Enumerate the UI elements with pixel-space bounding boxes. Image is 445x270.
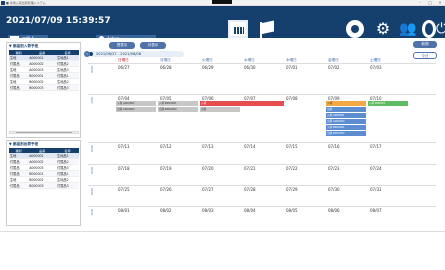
calendar-event[interactable]: 入荷	[200, 101, 284, 106]
calendar-day[interactable]: 08/01	[118, 208, 130, 213]
calendar-week-row: W29 07/18 07/19 07/20 07/21 07/22 07/23 07/24	[88, 164, 436, 185]
calendar-day[interactable]: 07/22	[286, 166, 298, 171]
users-icon[interactable]: 👥	[398, 20, 418, 38]
calendar-day[interactable]: 07/14	[244, 144, 256, 149]
app-header: 2021/07/09 15:39:57 工場 A Ashog ⚙ 👥 ⏻	[0, 6, 445, 42]
inbound-panel: ▼ 部品別入荷予定 種別 品番 名称 生地 A000001 生地品1 付属品 A000…	[6, 42, 81, 138]
table-row[interactable]: 付属品 B000003 付属品3	[9, 84, 79, 91]
calendar-day[interactable]: 07/12	[160, 144, 172, 149]
calendar-day[interactable]: 07/28	[244, 187, 256, 192]
calendar-day[interactable]: 08/04	[244, 208, 256, 213]
calendar-day[interactable]: 07/30	[328, 187, 340, 192]
flag-icon[interactable]	[258, 20, 276, 38]
cell: B000003	[28, 182, 57, 189]
cell: 付属品3	[56, 84, 79, 91]
calendar-day[interactable]: 07/03	[370, 65, 382, 70]
calendar-week-row: W31 08/01 08/02 08/03 08/04 08/05 08/06 08/07	[88, 206, 436, 227]
calendar-day[interactable]: 08/03	[202, 208, 214, 213]
calendar-event[interactable]: 入荷 B00003	[368, 101, 408, 106]
calendar-day[interactable]: 07/15	[286, 144, 298, 149]
horizontal-scrollbar[interactable]	[9, 131, 79, 134]
date-range-label: 2021/06/27 - 2021/08/08	[96, 52, 142, 56]
calendar-event[interactable]: 出荷 B000002	[158, 107, 198, 112]
week-number: W26	[90, 66, 94, 73]
calendar-day[interactable]: 07/25	[118, 187, 130, 192]
calendar-day[interactable]: 06/28	[160, 65, 172, 70]
calendar-day[interactable]: 07/08	[286, 96, 298, 101]
calendar-day[interactable]: 07/11	[118, 144, 130, 149]
calendar-event[interactable]: 出荷 A000002	[116, 107, 156, 112]
calendar-event[interactable]: 出荷 B000002	[326, 131, 366, 136]
calendar-day[interactable]: 07/21	[244, 166, 256, 171]
settings-icon[interactable]: ⚙	[372, 20, 394, 38]
calendar-week-row: W26 06/27 06/28 06/29 06/30 07/01 07/02 07/03	[88, 63, 436, 94]
calendar-day[interactable]: 06/29	[202, 65, 214, 70]
calendar-day[interactable]: 07/01	[286, 65, 298, 70]
status-icon[interactable]	[346, 20, 364, 38]
calendar-event[interactable]: 出荷	[326, 107, 366, 112]
calendar-icon[interactable]	[228, 20, 248, 38]
calendar-day[interactable]: 07/24	[370, 166, 382, 171]
calendar-week-row: W30 07/25 07/26 07/27 07/28 07/29 07/30 07/31	[88, 185, 436, 206]
calendar-day[interactable]: 07/27	[202, 187, 214, 192]
calendar-day[interactable]: 07/23	[328, 166, 340, 171]
calendar-day[interactable]: 07/19	[160, 166, 172, 171]
calendar-day[interactable]: 07/26	[160, 187, 172, 192]
outbound-panel-title: ▼ 部品別出荷予定	[9, 142, 39, 146]
power-icon[interactable]: ⏻	[436, 20, 445, 38]
cell: B000003	[28, 84, 57, 91]
calendar-event[interactable]: 入荷 B000001	[158, 101, 198, 106]
outbound-panel: ▼ 部品別出荷予定 種別 品番 名称 生地 A000001 生地品1 付属品 A000…	[6, 140, 81, 226]
prev-week-button[interactable]: ‹	[84, 51, 90, 57]
month-view-button[interactable]: 月表示	[140, 42, 166, 49]
calendar-event[interactable]: 入荷 B000001	[326, 125, 366, 130]
calendar-event[interactable]: 出荷 A000002	[326, 119, 366, 124]
week-number: W31	[90, 209, 94, 216]
week-number: W29	[90, 167, 94, 174]
inbound-table: 種別 品番 名称 生地 A000001 生地品1 付属品 A000002 付属品2 生地…	[9, 50, 79, 91]
cell: 付属品3	[56, 182, 79, 189]
calendar-event[interactable]: 入荷 A000001	[326, 113, 366, 118]
calendar-day[interactable]: 07/20	[202, 166, 214, 171]
calendar-event[interactable]: 入荷	[326, 101, 366, 106]
titlebar-marker	[212, 0, 232, 4]
calendar-day[interactable]: 07/18	[118, 166, 130, 171]
calendar-day[interactable]: 08/06	[328, 208, 340, 213]
new-button[interactable]: 新規	[413, 41, 437, 48]
calendar-day[interactable]: 07/17	[370, 144, 382, 149]
table-row[interactable]: 付属品 B000003 付属品3	[9, 182, 79, 189]
calendar-day[interactable]: 07/29	[286, 187, 298, 192]
calendar-week-row: W28 07/11 07/12 07/13 07/14 07/15 07/16 07/17	[88, 142, 436, 164]
calendar-event[interactable]: 出荷	[200, 107, 240, 112]
cell: 付属品	[9, 84, 29, 91]
week-number: W27	[90, 97, 94, 104]
week-number: W28	[90, 145, 94, 152]
calendar-day[interactable]: 06/30	[244, 65, 256, 70]
calendar-day[interactable]: 07/02	[328, 65, 340, 70]
calendar-day[interactable]: 07/16	[328, 144, 340, 149]
clock: 2021/07/09 15:39:57	[6, 16, 111, 26]
week-number: W30	[90, 188, 94, 195]
calendar-day[interactable]: 08/02	[160, 208, 172, 213]
calendar-day[interactable]: 08/05	[286, 208, 298, 213]
inbound-panel-title: ▼ 部品別入荷予定	[9, 44, 39, 48]
calendar-event[interactable]: 入荷 A000001	[116, 101, 156, 106]
outbound-table: 種別 品番 名称 生地 A000001 生地品1 付属品 A000002 付属品2 付属…	[9, 148, 79, 189]
refresh-icon[interactable]	[422, 20, 436, 38]
calendar-day[interactable]: 08/07	[370, 208, 382, 213]
date-range: 2021/06/27 - 2021/08/08	[88, 51, 184, 57]
app-icon	[1, 1, 5, 5]
today-button[interactable]: 今日	[413, 52, 437, 59]
week-view-button[interactable]: 週表示	[109, 42, 135, 49]
calendar-day[interactable]: 06/27	[118, 65, 130, 70]
calendar-day[interactable]: 07/13	[202, 144, 214, 149]
calendar-day[interactable]: 07/31	[370, 187, 382, 192]
cell: 付属品	[9, 182, 29, 189]
